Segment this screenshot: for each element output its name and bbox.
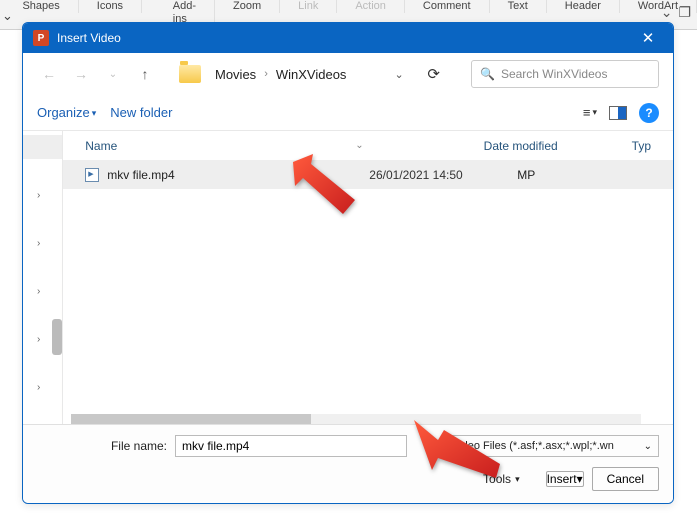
nav-recent-dropdown[interactable]: ⌄ [101, 62, 125, 86]
ribbon-collapse-icon: ⌄ [2, 8, 13, 24]
view-mode-button[interactable]: ≡ ▾ [583, 105, 597, 120]
powerpoint-icon: P [33, 30, 49, 46]
chevron-right-icon[interactable]: › [37, 286, 40, 297]
filename-label: File name: [37, 439, 167, 453]
col-type[interactable]: Typ [632, 139, 651, 153]
dialog-titlebar: P Insert Video ✕ [23, 23, 673, 53]
file-list-pane: Name ⌄ Date modified Typ mkv file.mp4 26… [63, 131, 673, 424]
scrollbar-thumb[interactable] [71, 414, 311, 424]
chevron-right-icon[interactable]: › [37, 382, 40, 393]
dialog-title: Insert Video [57, 31, 121, 45]
crumb-winxvideos[interactable]: WinXVideos [276, 67, 347, 82]
file-type: MP [517, 168, 651, 182]
tree-item[interactable] [23, 159, 62, 183]
ribbon-text: Text [490, 0, 547, 13]
tree-item[interactable]: › [23, 231, 62, 255]
tree-item[interactable] [23, 255, 62, 279]
folder-icon [179, 65, 201, 83]
search-input[interactable]: 🔍 Search WinXVideos [471, 60, 659, 88]
new-folder-button[interactable]: New folder [110, 105, 172, 120]
chevron-right-icon: › [264, 68, 268, 80]
ribbon-window-icon: ❐ [678, 4, 691, 21]
help-button[interactable]: ? [639, 103, 659, 123]
ribbon-zoom: Zoom [215, 0, 280, 13]
folder-tree[interactable]: › › › › › [23, 131, 63, 424]
file-date: 26/01/2021 14:50 [369, 168, 517, 182]
close-button[interactable]: ✕ [633, 29, 663, 47]
insert-button[interactable]: Insert ▾ [546, 471, 584, 487]
ribbon-dropdown-icon: ⌄ [661, 4, 673, 21]
tree-item[interactable] [23, 207, 62, 231]
file-row[interactable]: mkv file.mp4 26/01/2021 14:50 MP [63, 161, 673, 189]
horizontal-scrollbar[interactable] [71, 414, 641, 424]
breadcrumb[interactable]: Movies › WinXVideos ⌄ [215, 67, 404, 82]
tree-item[interactable] [23, 135, 62, 159]
tools-menu[interactable]: Tools▾ [483, 472, 520, 486]
tree-item[interactable] [23, 399, 62, 423]
dialog-toolbar: Organize▾ New folder ≡ ▾ ? [23, 95, 673, 131]
breadcrumb-dropdown-icon[interactable]: ⌄ [394, 68, 403, 81]
ribbon-header: Header [547, 0, 620, 13]
ribbon-comment: Comment [405, 0, 490, 13]
tree-item[interactable] [23, 423, 62, 424]
ribbon-action: Action [337, 0, 405, 13]
search-placeholder: Search WinXVideos [501, 67, 608, 81]
search-icon: 🔍 [480, 67, 495, 81]
insert-video-dialog: P Insert Video ✕ ← → ⌄ ↑ Movies › WinXVi… [22, 22, 674, 504]
nav-forward-button[interactable]: → [69, 62, 93, 86]
ribbon-link: Link [280, 0, 337, 13]
chevron-down-icon: ⌄ [644, 441, 652, 452]
tree-item[interactable]: › [23, 375, 62, 399]
insert-dropdown[interactable]: ▾ [577, 472, 583, 486]
sort-indicator-icon: ⌄ [355, 140, 363, 151]
nav-back-button[interactable]: ← [37, 62, 61, 86]
column-headers[interactable]: Name ⌄ Date modified Typ [63, 131, 673, 161]
cancel-button[interactable]: Cancel [592, 467, 659, 491]
chevron-right-icon[interactable]: › [37, 190, 40, 201]
chevron-right-icon[interactable]: › [37, 334, 40, 345]
nav-bar: ← → ⌄ ↑ Movies › WinXVideos ⌄ ⟳ 🔍 Search… [23, 53, 673, 95]
col-name[interactable]: Name [85, 139, 355, 153]
sidebar-scrollbar[interactable] [52, 319, 62, 355]
filename-input[interactable] [175, 435, 407, 457]
tree-item[interactable]: › [23, 279, 62, 303]
tree-item[interactable]: › [23, 183, 62, 207]
preview-pane-button[interactable] [609, 106, 627, 120]
dialog-footer: File name: Video Files (*.asf;*.asx;*.wp… [23, 424, 673, 503]
col-date[interactable]: Date modified [484, 139, 632, 153]
refresh-button[interactable]: ⟳ [422, 62, 446, 86]
chevron-right-icon[interactable]: › [37, 238, 40, 249]
nav-up-button[interactable]: ↑ [133, 62, 157, 86]
crumb-movies[interactable]: Movies [215, 67, 256, 82]
ribbon-icons: Icons [79, 0, 142, 13]
ribbon-shapes: Shapes [4, 0, 78, 13]
file-name: mkv file.mp4 [107, 168, 369, 182]
file-type-filter[interactable]: Video Files (*.asf;*.asx;*.wpl;*.wn ⌄ [445, 435, 659, 457]
organize-menu[interactable]: Organize▾ [37, 105, 96, 120]
video-file-icon [85, 168, 99, 182]
